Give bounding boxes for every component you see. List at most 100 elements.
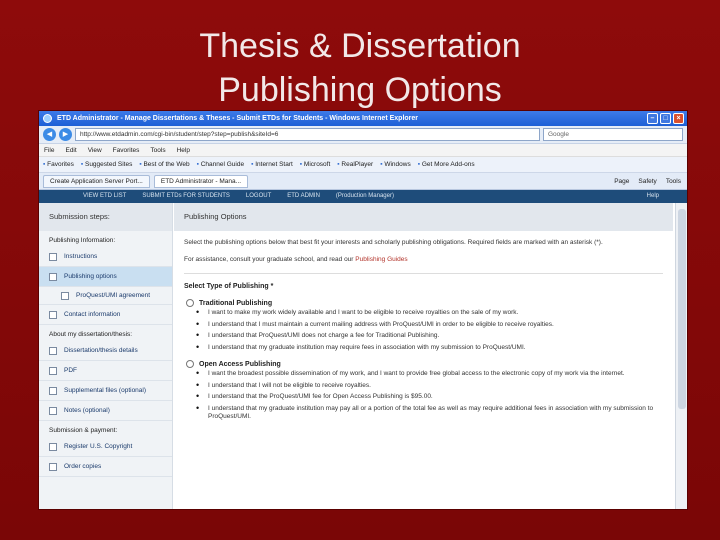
close-button[interactable]: ×: [673, 113, 684, 124]
bullet: I understand that my graduate institutio…: [194, 343, 673, 353]
checkbox: [49, 346, 57, 355]
slide-title-line1: Thesis & Dissertation: [199, 27, 521, 65]
sidebar-item-notes[interactable]: Notes (optional): [39, 401, 172, 421]
vertical-scrollbar[interactable]: [675, 203, 687, 509]
option-title: Traditional Publishing: [186, 299, 673, 307]
forward-icon[interactable]: ▶: [59, 128, 72, 141]
checkbox: [49, 252, 57, 261]
menu-tools[interactable]: Tools: [150, 144, 165, 156]
checkbox: [49, 406, 57, 415]
option-label: Traditional Publishing: [199, 299, 273, 307]
sidebar-item-label: Instructions: [64, 253, 98, 260]
fav-realplayer[interactable]: RealPlayer: [337, 161, 373, 168]
sidebar-item-instructions[interactable]: Instructions: [39, 247, 172, 267]
sidebar-item-label: Dissertation/thesis details: [64, 347, 138, 354]
sidebar-item-label: Supplemental files (optional): [64, 387, 147, 394]
bullet: I understand that ProQuest/UMI does not …: [194, 331, 673, 341]
fav-internet-start[interactable]: Internet Start: [251, 161, 293, 168]
option-traditional: Traditional Publishing I want to make my…: [174, 299, 673, 352]
menu-help[interactable]: Help: [177, 144, 190, 156]
sidebar: Submission steps: Publishing Information…: [39, 203, 173, 509]
sidebar-item-label: Publishing options: [64, 273, 117, 280]
fav-best-of-web[interactable]: Best of the Web: [139, 161, 189, 168]
menu-view[interactable]: View: [88, 144, 102, 156]
sidebar-item-contact[interactable]: Contact information: [39, 305, 172, 325]
address-bar: ◀ ▶ http://www.etdadmin.com/cgi-bin/stud…: [39, 126, 687, 144]
menu-edit[interactable]: Edit: [65, 144, 76, 156]
bullet: I want to make my work widely available …: [194, 308, 673, 318]
tab-tools: Page Safety Tools: [614, 178, 687, 185]
window-controls: – □ ×: [647, 113, 684, 124]
select-type-heading: Select Type of Publishing *: [184, 283, 274, 290]
option-label: Open Access Publishing: [199, 360, 281, 368]
bullet: I understand that I must maintain a curr…: [194, 320, 673, 330]
scrollbar-thumb[interactable]: [678, 209, 686, 409]
bullet: I want the broadest possible disseminati…: [194, 369, 673, 379]
page-title: Publishing Options: [174, 203, 673, 231]
search-input[interactable]: Google: [543, 128, 683, 141]
bullet: I understand that my graduate institutio…: [194, 404, 673, 422]
nav-submit-etds[interactable]: SUBMIT ETDs FOR STUDENTS: [142, 190, 230, 203]
page-content: Submission steps: Publishing Information…: [39, 203, 687, 509]
sidebar-section-title: Publishing Information:: [49, 237, 116, 244]
checkbox: [49, 310, 57, 319]
fav-get-addons[interactable]: Get More Add-ons: [418, 161, 475, 168]
checkbox: [49, 442, 57, 451]
help-link[interactable]: Help: [647, 190, 659, 203]
nav-logout[interactable]: LOGOUT: [246, 190, 271, 203]
sidebar-item-label: Contact information: [64, 311, 121, 318]
sidebar-header: Submission steps:: [39, 203, 172, 231]
sidebar-item-label: Register U.S. Copyright: [64, 443, 133, 450]
nav-etd-admin[interactable]: ETD ADMIN: [287, 190, 320, 203]
sidebar-item-pdf[interactable]: PDF: [39, 361, 172, 381]
tab-app-server[interactable]: Create Application Server Port...: [43, 174, 150, 188]
menu-file[interactable]: File: [44, 144, 54, 156]
safety-menu[interactable]: Safety: [638, 178, 656, 185]
bullet: I understand that the ProQuest/UMI fee f…: [194, 392, 673, 402]
menu-favorites[interactable]: Favorites: [113, 144, 140, 156]
page-menu[interactable]: Page: [614, 178, 629, 185]
minimize-button[interactable]: –: [647, 113, 658, 124]
fav-microsoft[interactable]: Microsoft: [300, 161, 330, 168]
sidebar-item-supplemental[interactable]: Supplemental files (optional): [39, 381, 172, 401]
slide-title-line2: Publishing Options: [218, 71, 502, 109]
option-title: Open Access Publishing: [186, 360, 673, 368]
tab-etd-admin[interactable]: ETD Administrator - Mana...: [153, 174, 249, 188]
option-open-access: Open Access Publishing I want the broade…: [174, 360, 673, 422]
bullet: I understand that I will not be eligible…: [194, 381, 673, 391]
checkbox: [49, 386, 57, 395]
window-title: ETD Administrator - Manage Dissertations…: [57, 115, 419, 122]
publishing-guides-link[interactable]: Publishing Guides: [355, 256, 407, 263]
sidebar-item-agreement[interactable]: ProQuest/UMI agreement: [39, 287, 172, 305]
maximize-button[interactable]: □: [660, 113, 671, 124]
main-panel: Publishing Options Select the publishing…: [174, 203, 673, 509]
favorites-bar: Favorites Suggested Sites Best of the We…: [39, 157, 687, 173]
traditional-radio[interactable]: [186, 299, 194, 307]
back-icon[interactable]: ◀: [43, 128, 56, 141]
url-input[interactable]: http://www.etdadmin.com/cgi-bin/student/…: [75, 128, 540, 141]
sidebar-item-order-copies[interactable]: Order copies: [39, 457, 172, 477]
fav-suggested-sites[interactable]: Suggested Sites: [81, 161, 132, 168]
checkbox: [49, 272, 57, 281]
intro-text: Select the publishing options below that…: [184, 239, 603, 246]
sidebar-item-publishing-options[interactable]: Publishing options: [39, 267, 172, 287]
sidebar-item-label: Order copies: [64, 463, 102, 470]
sidebar-item-label: PDF: [64, 367, 77, 374]
fav-windows[interactable]: Windows: [380, 161, 410, 168]
open-access-radio[interactable]: [186, 360, 194, 368]
tools-menu[interactable]: Tools: [666, 178, 681, 185]
sidebar-item-label: ProQuest/UMI agreement: [76, 292, 151, 299]
checkbox: [61, 291, 69, 300]
option-bullets: I want the broadest possible disseminati…: [186, 369, 673, 422]
menu-bar: File Edit View Favorites Tools Help: [39, 144, 687, 157]
fav-channel-guide[interactable]: Channel Guide: [197, 161, 244, 168]
fav-favorites[interactable]: Favorites: [43, 161, 74, 168]
sidebar-section-title: Submission & payment:: [49, 427, 118, 434]
option-bullets: I want to make my work widely available …: [186, 308, 673, 353]
sidebar-item-details[interactable]: Dissertation/thesis details: [39, 341, 172, 361]
tab-bar: Create Application Server Port... ETD Ad…: [39, 173, 687, 190]
sidebar-section-title: About my dissertation/thesis:: [49, 331, 133, 338]
sidebar-item-copyright[interactable]: Register U.S. Copyright: [39, 437, 172, 457]
checkbox: [49, 462, 57, 471]
nav-view-etd-list[interactable]: VIEW ETD LIST: [83, 190, 126, 203]
